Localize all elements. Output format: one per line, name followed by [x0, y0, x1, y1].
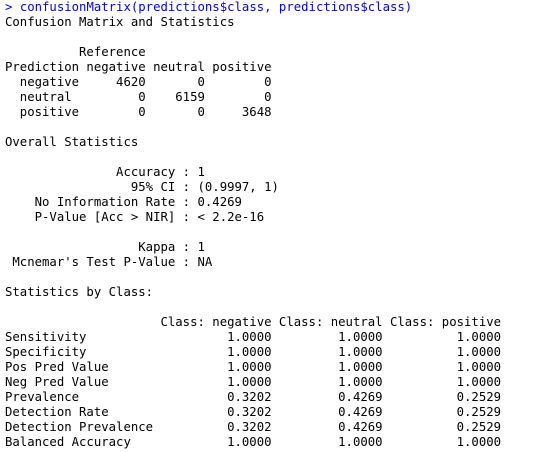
output-line-blank [5, 120, 550, 135]
class-row-pos-pred-value: Pos Pred Value 1.0000 1.0000 1.0000 [5, 360, 502, 374]
statistics-by-class-heading: Statistics by Class: [5, 285, 154, 299]
console-prompt: > [5, 0, 13, 14]
r-console-output: > confusionMatrix(predictions$class, pre… [5, 0, 550, 452]
confusion-matrix-row-negative: negative 4620 0 0 [5, 75, 272, 89]
stat-accuracy: Accuracy : 1 [5, 165, 205, 179]
output-line-blank [5, 225, 550, 240]
output-line-blank [5, 270, 550, 285]
output-line-title: Confusion Matrix and Statistics [5, 15, 235, 29]
class-row-specificity: Specificity 1.0000 1.0000 1.0000 [5, 345, 502, 359]
confusion-matrix-reference-header: Reference [5, 45, 146, 59]
class-row-sensitivity: Sensitivity 1.0000 1.0000 1.0000 [5, 330, 502, 344]
class-row-detection-rate: Detection Rate 0.3202 0.4269 0.2529 [5, 405, 502, 419]
stat-mcnemar: Mcnemar's Test P-Value : NA [5, 255, 213, 269]
overall-statistics-heading: Overall Statistics [5, 135, 139, 149]
confusion-matrix-row-neutral: neutral 0 6159 0 [5, 90, 272, 104]
class-row-balanced-accuracy: Balanced Accuracy 1.0000 1.0000 1.0000 [5, 435, 502, 449]
confusion-matrix-column-header: Prediction negative neutral positive [5, 60, 272, 74]
output-line-blank [5, 30, 550, 45]
output-line-blank [5, 150, 550, 165]
class-row-prevalence: Prevalence 0.3202 0.4269 0.2529 [5, 390, 502, 404]
stat-no-information-rate: No Information Rate : 0.4269 [5, 195, 242, 209]
stat-95-ci: 95% CI : (0.9997, 1) [5, 180, 279, 194]
command-line: > confusionMatrix(predictions$class, pre… [5, 0, 550, 15]
confusion-matrix-row-positive: positive 0 0 3648 [5, 105, 272, 119]
class-row-neg-pred-value: Neg Pred Value 1.0000 1.0000 1.0000 [5, 375, 502, 389]
class-table-header: Class: negative Class: neutral Class: po… [5, 315, 502, 329]
class-row-detection-prevalence: Detection Prevalence 0.3202 0.4269 0.252… [5, 420, 502, 434]
console-command: confusionMatrix(predictions$class, predi… [19, 0, 413, 14]
output-line-blank [5, 300, 550, 315]
stat-kappa: Kappa : 1 [5, 240, 205, 254]
stat-p-value: P-Value [Acc > NIR] : < 2.2e-16 [5, 210, 265, 224]
